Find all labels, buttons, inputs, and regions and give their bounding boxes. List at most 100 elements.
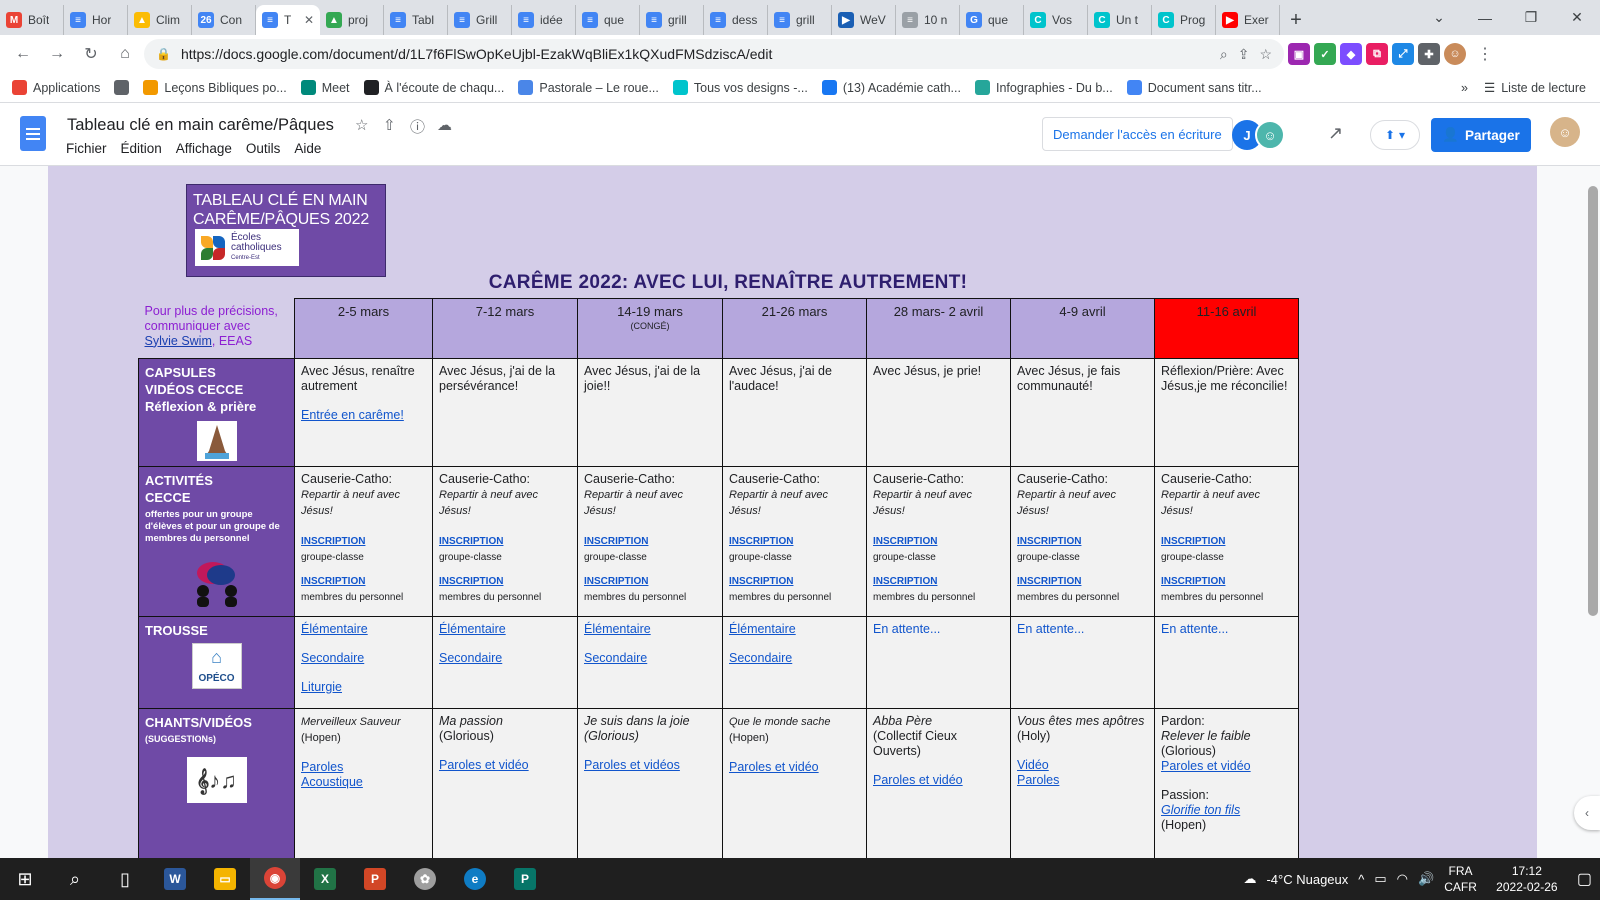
inscription-link-staff[interactable]: INSCRIPTION [439,576,503,587]
bookmark-item[interactable] [114,80,130,95]
edge-app-icon[interactable]: e [450,858,500,900]
inscription-link-staff[interactable]: INSCRIPTION [584,576,648,587]
chant-6-link-paroles[interactable]: Paroles [1017,773,1059,787]
chant-3-link[interactable]: Paroles et vidéos [584,758,680,772]
excel-app-icon[interactable]: X [300,858,350,900]
document-title[interactable]: Tableau clé en main carême/Pâques [67,116,334,135]
chant-4-link[interactable]: Paroles et vidéo [729,760,819,774]
share-button[interactable]: 👤 Partager [1431,118,1531,152]
inscription-link-group[interactable]: INSCRIPTION [729,536,793,547]
chant-6-link-video[interactable]: Vidéo [1017,758,1049,772]
menu-item[interactable]: Affichage [176,141,232,156]
secondaire-link[interactable]: Secondaire [729,651,792,665]
wifi-icon[interactable]: ◠ [1397,871,1408,887]
browser-tab[interactable]: ▶ Exer [1216,5,1280,35]
word-app-icon[interactable]: W [150,858,200,900]
extension-pink-icon[interactable]: ⧉ [1366,43,1388,65]
secondaire-link[interactable]: Secondaire [584,651,647,665]
profile-avatar-icon[interactable]: ☺ [1444,43,1466,65]
powerpoint-app-icon[interactable]: P [350,858,400,900]
inscription-link-staff[interactable]: INSCRIPTION [301,576,365,587]
browser-tab[interactable]: ≡ que [576,5,640,35]
activity-trend-icon[interactable]: ↗ [1328,123,1343,144]
search-icon[interactable]: ⌕ [50,858,100,900]
share-page-icon[interactable]: ⇪ [1238,46,1250,63]
document-canvas[interactable]: TABLEAU CLÉ EN MAIN CARÊME/PÂQUES 2022 É… [0,166,1600,858]
reload-icon[interactable]: ↻ [76,39,106,69]
inscription-link-staff[interactable]: INSCRIPTION [1161,576,1225,587]
address-bar[interactable]: 🔒 https://docs.google.com/document/d/1L7… [144,39,1284,69]
chevron-left-icon[interactable]: ‹ [1574,796,1600,830]
bookmark-item[interactable]: Meet [300,80,350,95]
publisher-app-icon[interactable]: P [500,858,550,900]
elementaire-link[interactable]: Élémentaire [729,622,796,636]
browser-tab[interactable]: ≡ grill [640,5,704,35]
home-icon[interactable]: ⌂ [110,39,140,69]
file-explorer-icon[interactable]: ▭ [200,858,250,900]
move-to-drive-icon[interactable]: ⇧ [383,116,396,134]
chant-1-link-acoustique[interactable]: Acoustique [301,775,363,789]
star-icon[interactable]: ☆ [355,116,368,134]
lock-icon[interactable]: 🔒 [156,47,171,61]
browser-tab[interactable]: ▶ WeV [832,5,896,35]
secondaire-link[interactable]: Secondaire [301,651,364,665]
zoom-icon[interactable]: ⌕ [1220,46,1228,63]
forward-icon[interactable]: → [42,39,72,69]
language-indicator[interactable]: FRA CAFR [1444,863,1477,895]
task-view-icon[interactable]: ▯ [100,858,150,900]
avatar-photo-icon[interactable]: ☺ [1255,120,1285,150]
chant-7-link[interactable]: Paroles et vidéo [1161,759,1251,773]
weather-text[interactable]: -4°C Nuageux [1266,872,1348,887]
extension-green-icon[interactable]: ✓ [1314,43,1336,65]
chrome-app-icon[interactable]: ◉ [250,858,300,900]
inscription-link-group[interactable]: INSCRIPTION [301,536,365,547]
browser-tab[interactable]: ≡ grill [768,5,832,35]
browser-menu-icon[interactable]: ⋮ [1470,39,1500,69]
inscription-link-group[interactable]: INSCRIPTION [1161,536,1225,547]
menu-item[interactable]: Aide [294,141,321,156]
inscription-link-group[interactable]: INSCRIPTION [439,536,503,547]
chant-1-link-paroles[interactable]: Paroles [301,760,343,774]
more-bookmarks-icon[interactable]: » [1461,81,1468,95]
minimize-icon[interactable]: — [1462,0,1508,35]
browser-tab[interactable]: ≡ Hor [64,5,128,35]
vertical-scrollbar[interactable] [1588,186,1598,616]
browser-tab[interactable]: ≡ T ✕ [256,5,320,35]
battery-icon[interactable]: ▭ [1374,871,1386,887]
cloud-status-icon[interactable]: ☁ [437,116,452,134]
browser-tab[interactable]: M Boît [0,5,64,35]
browser-tab[interactable]: ▲ Clim [128,5,192,35]
close-tab-icon[interactable]: ✕ [304,13,314,27]
bookmark-item[interactable]: Infographies - Du b... [974,80,1113,95]
close-window-icon[interactable]: ✕ [1554,0,1600,35]
bookmark-item[interactable]: Tous vos designs -... [672,80,808,95]
capsule-link[interactable]: Entrée en carême! [301,408,404,422]
menu-item[interactable]: Fichier [66,141,107,156]
secondaire-link[interactable]: Secondaire [439,651,502,665]
request-edit-access-button[interactable]: Demander l'accès en écriture [1042,117,1233,151]
extensions-puzzle-icon[interactable]: ✚ [1418,43,1440,65]
volume-icon[interactable]: 🔊 [1418,871,1434,887]
windows-start-icon[interactable]: ⊞ [0,858,50,900]
info-icon[interactable]: ⓘ [410,116,425,137]
chant-7-song-2-link[interactable]: Glorifie ton fils [1161,803,1240,817]
bookmark-star-icon[interactable]: ☆ [1259,46,1272,63]
docs-logo-icon[interactable] [20,116,46,151]
inscription-link-group[interactable]: INSCRIPTION [1017,536,1081,547]
bookmark-item[interactable]: Leçons Bibliques po... [143,80,287,95]
browser-tab[interactable]: ▲ proj [320,5,384,35]
elementaire-link[interactable]: Élémentaire [584,622,651,636]
inscription-link-group[interactable]: INSCRIPTION [584,536,648,547]
extension-violet-icon[interactable]: ◆ [1340,43,1362,65]
bookmark-item[interactable]: Pastorale – Le roue... [518,80,659,95]
elementaire-link[interactable]: Élémentaire [439,622,506,636]
browser-tab[interactable]: C Un t [1088,5,1152,35]
browser-tab[interactable]: Gque [960,5,1024,35]
inscription-link-staff[interactable]: INSCRIPTION [729,576,793,587]
menu-item[interactable]: Outils [246,141,281,156]
cloud-weather-icon[interactable]: ☁ [1243,871,1256,887]
extension-puzzle-purple-icon[interactable]: ▣ [1288,43,1310,65]
chant-2-link[interactable]: Paroles et vidéo [439,758,529,772]
browser-tab[interactable]: ≡ Tabl [384,5,448,35]
reading-list-button[interactable]: ☰ Liste de lecture [1484,80,1586,96]
